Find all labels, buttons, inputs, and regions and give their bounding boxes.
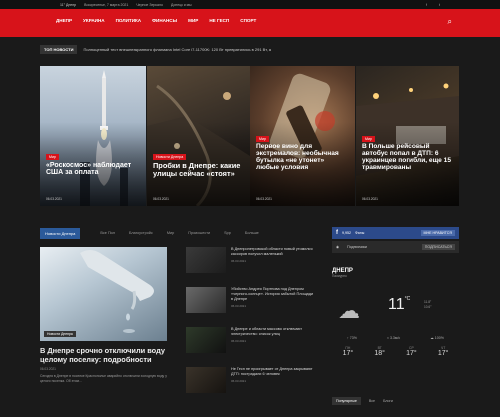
hero-title[interactable]: Пробки в Днепре: какие улицы сейчас «сто… xyxy=(153,162,244,178)
tab-item[interactable]: Мир xyxy=(167,231,174,235)
tab-blogs[interactable]: Блоги xyxy=(383,399,393,403)
topbar-weather: 11° Днепр xyxy=(60,2,77,7)
list-thumb xyxy=(186,367,226,393)
nav-item-politics[interactable]: ПОЛИТИКА xyxy=(116,18,142,23)
weather-widget: ДНЕПР Пасмурно ☁ 11°C 11.8° 10.6° ↑ 73% … xyxy=(332,268,459,372)
topbar-link-2[interactable]: Донецк и мы xyxy=(171,3,192,7)
list-thumb xyxy=(186,327,226,353)
topbar-link-1[interactable]: Черное Зеркало xyxy=(136,3,163,7)
list-item[interactable]: В Днепре и области массово отключают эле… xyxy=(186,327,316,367)
facebook-icon: f xyxy=(336,230,338,236)
main-article-title[interactable]: В Днепре срочно отключили воду целому по… xyxy=(40,346,167,364)
list-item[interactable]: Не Гесп не проигрывает от Днепра закрыва… xyxy=(186,367,316,407)
search-icon[interactable]: ⌕ xyxy=(448,17,452,27)
forecast-day: ПН 17° xyxy=(342,346,354,357)
nav-item-ne-gesp[interactable]: НЕ ГЕСП xyxy=(209,18,229,23)
list-title[interactable]: Не Гесп не проигрывает от Днепра закрыва… xyxy=(231,367,316,377)
tab-item[interactable]: Все Пол xyxy=(100,231,115,235)
hero-date: 06.03.2021 xyxy=(153,197,169,201)
hero-title[interactable]: Первое вино для экстремалов: необычная б… xyxy=(256,143,349,172)
hero-tile[interactable]: Новости Днепра Пробки в Днепре: какие ул… xyxy=(147,66,250,206)
list-item[interactable]: В Днепропетровской области новый утомилс… xyxy=(186,247,316,287)
nav-item-sport[interactable]: СПОРТ xyxy=(240,18,256,23)
hero-title[interactable]: «Роскосмос» наблюдает США за оплата xyxy=(46,162,140,177)
nav-menu: ДНЕПР УКРАИНА ПОЛИТИКА ФИНАНСЫ МИР НЕ ГЕ… xyxy=(56,18,256,23)
hero-title[interactable]: В Польше рейсовый автобус попал в ДТП: 6… xyxy=(362,143,453,172)
facebook-label: Фаны xyxy=(355,231,365,235)
weather-condition: Пасмурно xyxy=(332,274,347,278)
list-date: 06.03.2021 xyxy=(231,338,247,343)
list-title[interactable]: В Днепропетровской области новый утомилс… xyxy=(231,247,316,257)
list-item[interactable]: Убийство Андрея Портнова под Днепром «че… xyxy=(186,287,316,327)
nav-item-finance[interactable]: ФИНАНСЫ xyxy=(152,18,177,23)
tab-item[interactable]: Происшести xyxy=(188,231,210,235)
main-navbar: ДНЕПР УКРАИНА ПОЛИТИКА ФИНАНСЫ МИР НЕ ГЕ… xyxy=(0,9,500,37)
subscribe-label: Подписчики xyxy=(347,245,367,249)
list-date: 06.03.2021 xyxy=(231,378,247,383)
tab-all[interactable]: Все xyxy=(369,399,375,403)
category-tabs: Новости Днепра Все Пол Благоустройс Мир … xyxy=(40,227,315,239)
list-title[interactable]: Убийство Андрея Портнова под Днепром «че… xyxy=(231,287,316,302)
hero-date: 06.03.2021 xyxy=(256,197,272,201)
weather-temperature: 11°C xyxy=(388,296,411,313)
main-article-badge[interactable]: Новости Днепра xyxy=(44,331,76,337)
main-article-date: 06.03.2021 xyxy=(40,367,56,372)
tab-item[interactable]: Благоустройс xyxy=(129,231,153,235)
nav-item-dnepr[interactable]: ДНЕПР xyxy=(56,18,72,23)
list-thumb xyxy=(186,287,226,313)
forecast-day: ЧТ 17° xyxy=(437,346,449,357)
forecast-day: ВТ 18° xyxy=(374,346,385,357)
hero-date: 06.03.2021 xyxy=(362,197,378,201)
main-article-excerpt: Сегодня в Днепре в поселке Краснополье а… xyxy=(40,374,167,383)
tab-popular[interactable]: Популярные xyxy=(332,397,361,405)
forecast-day: СР 17° xyxy=(406,346,417,357)
hero-tile[interactable]: Мир «Роскосмос» наблюдает США за оплата … xyxy=(40,66,146,206)
tab-dnepr-news[interactable]: Новости Днепра xyxy=(40,227,81,239)
nav-item-world[interactable]: МИР xyxy=(188,18,198,23)
hero-badge[interactable]: Новости Днепра xyxy=(153,154,187,160)
list-title[interactable]: В Днепре и области массово отключают эле… xyxy=(231,327,316,337)
list-thumb xyxy=(186,247,226,273)
subscribe-widget: ◉ Подписчики ПОДПИСАТЬСЯ xyxy=(332,241,459,253)
facebook-widget: f 9,952 Фаны МНЕ НРАВИТСЯ xyxy=(332,227,459,239)
news-ticker: ТОП НОВОСТИ Полноценный тест внешнеэкран… xyxy=(40,44,460,55)
hero-tile[interactable]: Мир В Польше рейсовый автобус попал в ДТ… xyxy=(356,66,459,206)
twitter-icon[interactable]: t xyxy=(439,3,440,7)
subscribe-button[interactable]: ПОДПИСАТЬСЯ xyxy=(421,244,455,250)
top-bar: 11° Днепр Воскресенье, 7 марта 2021 Черн… xyxy=(0,0,500,9)
main-article-card[interactable]: Новости Днепра В Днепре срочно отключили… xyxy=(40,247,167,384)
ticker-text[interactable]: Полноценный тест внешнеэкранного флагман… xyxy=(83,47,271,52)
rss-icon: ◉ xyxy=(336,245,340,249)
weather-stats: ↑ 73% ≈ 3.3м/с ☁ 100% xyxy=(346,336,444,340)
topbar-date: Воскресенье, 7 марта 2021 xyxy=(84,2,129,7)
hero-badge[interactable]: Мир xyxy=(256,136,269,142)
news-list: В Днепропетровской области новый утомилс… xyxy=(186,247,316,407)
tab-item[interactable]: Spp xyxy=(224,231,231,235)
weather-forecast: ПН 17° ВТ 18° СР 17° ЧТ 17° xyxy=(332,346,459,357)
hero-badge[interactable]: Мир xyxy=(362,136,375,142)
list-date: 06.03.2021 xyxy=(231,303,247,308)
facebook-count: 9,952 xyxy=(342,231,351,235)
ticker-label: ТОП НОВОСТИ xyxy=(40,45,78,54)
nav-item-ukraine[interactable]: УКРАИНА xyxy=(83,18,105,23)
hero-badge[interactable]: Мир xyxy=(46,154,59,160)
cloud-icon: ☁ xyxy=(338,298,360,323)
facebook-icon[interactable]: f xyxy=(426,3,427,7)
facebook-like-button[interactable]: МНЕ НРАВИТСЯ xyxy=(420,230,455,236)
popular-tabs: Популярные Все Блоги xyxy=(332,396,459,406)
tab-item[interactable]: Больше xyxy=(245,231,259,235)
list-date: 06.03.2021 xyxy=(231,258,247,263)
hero-date: 06.03.2021 xyxy=(46,197,62,201)
weather-minmax: 11.8° 10.6° xyxy=(424,300,432,309)
main-article-image: Новости Днепра xyxy=(40,247,167,341)
hero-tile[interactable]: Мир Первое вино для экстремалов: необычн… xyxy=(250,66,355,206)
